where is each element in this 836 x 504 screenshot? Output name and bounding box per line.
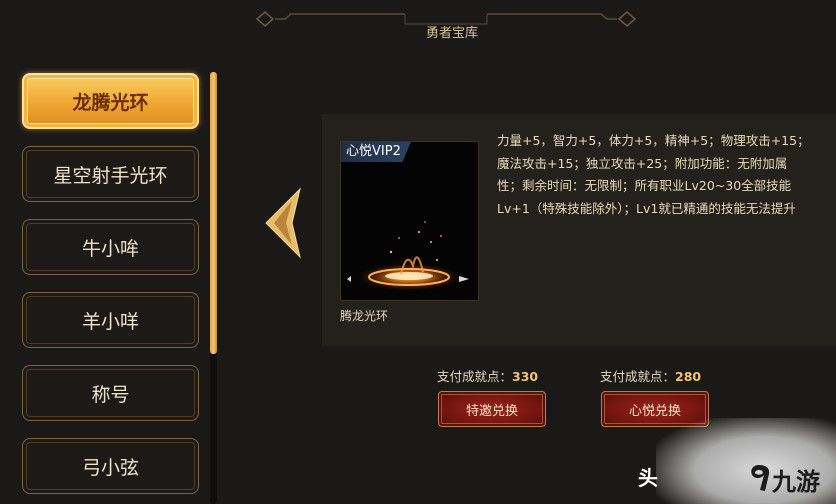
sidebar-item-yang-xiaomie[interactable]: 羊小咩	[22, 292, 199, 348]
price-label: 支付成就点：	[600, 369, 676, 384]
price-vip: 支付成就点：280	[600, 366, 701, 385]
halo-effect-image	[347, 221, 469, 291]
item-description: 力量+5，智力+5，体力+5，精神+5；物理攻击+15；魔法攻击+15；独立攻击…	[497, 133, 810, 216]
sidebar: 龙腾光环 星空射手光环 牛小哞 羊小咩 称号 弓小弦	[0, 66, 222, 504]
price-value: 330	[512, 369, 539, 384]
price-value: 280	[675, 369, 702, 384]
scrollbar-thumb[interactable]	[210, 72, 217, 354]
sidebar-item-title[interactable]: 称号	[22, 365, 199, 421]
chevron-left-icon[interactable]	[262, 187, 304, 259]
watermark-partial-text: 头	[638, 466, 658, 490]
watermark-brand: 九游	[772, 468, 820, 496]
item-preview-frame: 心悦VIP2	[340, 141, 479, 301]
vip-badge: 心悦VIP2	[341, 142, 411, 162]
item-name: 腾龙光环	[340, 309, 389, 323]
price-label: 支付成就点：	[437, 369, 513, 384]
page-title: 勇者宝库	[425, 26, 478, 41]
9game-logo-icon	[751, 465, 770, 491]
sidebar-item-niu-xiaomou[interactable]: 牛小哞	[22, 219, 199, 275]
sidebar-item-starry-archer-halo[interactable]: 星空射手光环	[22, 146, 199, 202]
sidebar-scrollbar[interactable]	[210, 72, 217, 504]
sidebar-item-dragon-halo[interactable]: 龙腾光环	[22, 73, 199, 129]
price-special: 支付成就点：330	[437, 366, 538, 385]
sidebar-item-gong-xiaoxian[interactable]: 弓小弦	[22, 438, 199, 494]
special-redeem-button[interactable]: 特邀兑换	[438, 391, 546, 427]
